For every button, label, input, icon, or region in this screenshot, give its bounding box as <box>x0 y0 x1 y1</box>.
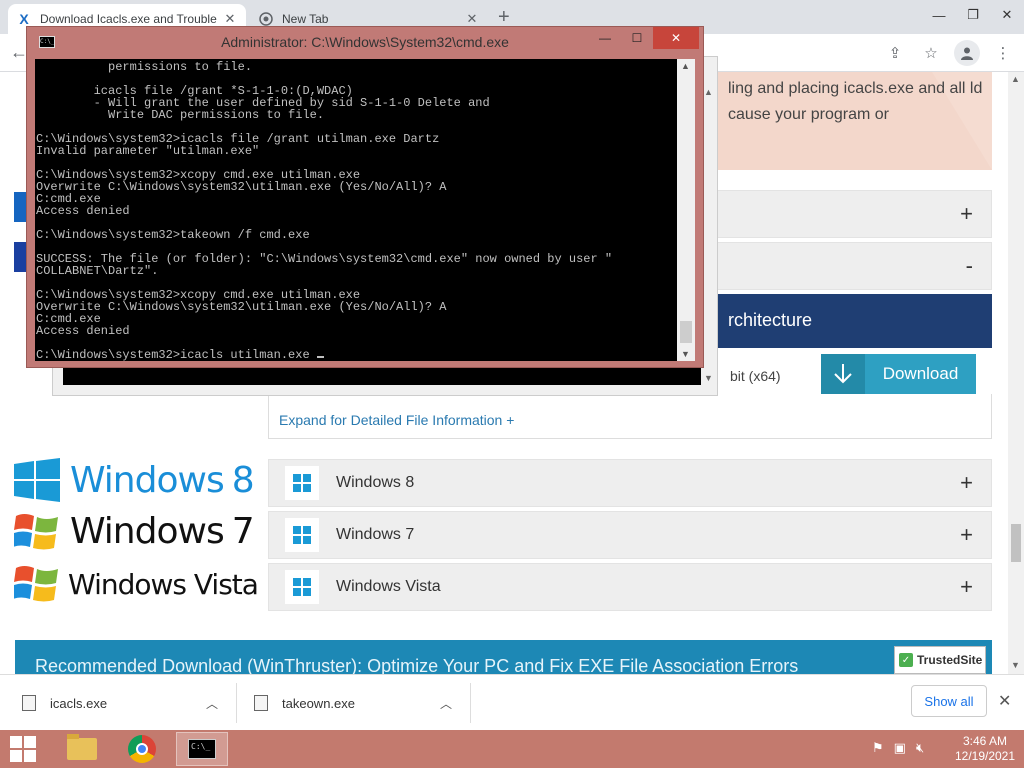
close-window-button[interactable]: ✕ <box>990 0 1024 30</box>
expand-file-info-link[interactable]: Expand for Detailed File Information + <box>268 394 992 439</box>
cmd-close-button[interactable]: ✕ <box>653 27 699 49</box>
expand-plus-icon[interactable]: + <box>960 574 973 600</box>
cmd-maximize-button[interactable]: ☐ <box>621 27 653 49</box>
windows-start-icon[interactable] <box>10 736 38 762</box>
collapse-minus-icon[interactable]: - <box>966 253 973 279</box>
download-filename: icacls.exe <box>50 695 108 711</box>
clock-date: 12/19/2021 <box>954 749 1016 763</box>
cmd-icon: C:\_ <box>188 739 216 759</box>
brand-name: Windows <box>70 459 225 501</box>
taskbar: C:\_ ⚑ ▣ 🔇︎ 3:46 AM 12/19/2021 <box>0 730 1024 768</box>
bookmark-star-icon[interactable]: ☆ <box>918 40 944 66</box>
brand-name: Windows Vista <box>68 567 259 601</box>
download-button[interactable]: Download <box>821 354 976 394</box>
download-arrow-icon <box>821 354 865 394</box>
chrome-taskbar-button[interactable] <box>116 732 168 766</box>
download-item-takeown[interactable]: takeown.exe ︿ <box>254 675 454 731</box>
divider <box>470 683 471 723</box>
minimize-button[interactable]: — <box>922 0 956 30</box>
cmd-scrollbar[interactable]: ▲ ▼ <box>677 59 695 361</box>
show-all-button[interactable]: Show all <box>911 685 987 717</box>
page-scrollbar[interactable]: ▲ ▼ <box>1008 72 1024 674</box>
cmd-minimize-button[interactable]: — <box>589 27 621 49</box>
recommended-download-banner[interactable]: Recommended Download (WinThruster): Opti… <box>15 640 992 674</box>
cmd-title-bar[interactable]: C:\_ Administrator: C:\Windows\System32\… <box>27 27 703 57</box>
accordion-row-windows-8[interactable]: Windows 8 + <box>268 459 992 507</box>
scroll-up-icon[interactable]: ▲ <box>1011 74 1020 84</box>
file-icon <box>254 695 268 711</box>
checkmark-icon: ✓ <box>899 653 913 667</box>
tab-title: New Tab <box>282 12 329 26</box>
restore-button[interactable]: ❐ <box>956 0 990 30</box>
scroll-up-icon[interactable]: ▲ <box>681 61 690 71</box>
windows-logo-icon <box>285 466 319 500</box>
chrome-icon <box>258 11 274 27</box>
tab-title: Download Icacls.exe and Trouble <box>40 12 217 26</box>
scroll-down-icon[interactable]: ▼ <box>704 373 713 383</box>
download-item-icacls[interactable]: icacls.exe ︿ <box>22 675 222 731</box>
windows-vista-logo-icon <box>14 566 58 602</box>
brand-name: Windows <box>70 510 225 552</box>
scroll-thumb[interactable] <box>1011 524 1021 562</box>
profile-avatar-icon[interactable] <box>954 40 980 66</box>
brand-version: 7 <box>231 510 255 552</box>
cmd-window-controls: — ☐ ✕ <box>589 27 699 49</box>
expand-plus-icon[interactable]: + <box>960 522 973 548</box>
cmd-taskbar-button[interactable]: C:\_ <box>176 732 228 766</box>
download-filename: takeown.exe <box>282 695 355 711</box>
windows8-brand: Windows 8 <box>14 458 255 502</box>
intro-panel: ling and placing icacls.exe and all ld c… <box>700 72 992 170</box>
system-tray: ⚑ ▣ 🔇︎ <box>872 740 924 756</box>
expand-plus-icon[interactable]: + <box>960 201 973 227</box>
console-text: permissions to file. icacls file /grant … <box>36 60 613 361</box>
expand-plus-icon[interactable]: + <box>960 470 973 496</box>
window-controls: — ❐ ✕ <box>922 0 1024 30</box>
folder-icon <box>67 734 97 760</box>
file-explorer-taskbar-button[interactable] <box>56 732 108 766</box>
trusted-site-badge[interactable]: ✓ TrustedSite <box>894 646 986 674</box>
windows-vista-brand: Windows Vista <box>14 562 259 606</box>
text-cursor <box>316 356 324 358</box>
chrome-icon <box>128 735 156 763</box>
bit-label: bit (x64) <box>730 368 781 384</box>
downloads-bar: icacls.exe ︿ takeown.exe ︿ Show all ✕ <box>0 674 1024 730</box>
windows8-logo-icon <box>14 458 60 502</box>
network-icon[interactable]: ▣ <box>894 740 906 756</box>
brand-version: 8 <box>231 459 255 501</box>
scroll-down-icon[interactable]: ▼ <box>1011 660 1020 670</box>
accordion-row-windows-7[interactable]: Windows 7 + <box>268 511 992 559</box>
share-icon[interactable]: ⇪ <box>882 40 908 66</box>
chevron-up-icon[interactable]: ︿ <box>440 695 452 712</box>
cmd-console-output[interactable]: permissions to file. icacls file /grant … <box>35 59 685 361</box>
action-center-flag-icon[interactable]: ⚑ <box>872 740 884 756</box>
close-tab-icon[interactable]: ✕ <box>222 11 238 27</box>
divider <box>236 683 237 723</box>
windows-logo-icon <box>285 570 319 604</box>
menu-kebab-icon[interactable]: ⋮ <box>990 40 1016 66</box>
architecture-header: rchitecture <box>700 294 992 348</box>
windows7-logo-icon <box>14 514 58 550</box>
scroll-thumb[interactable] <box>680 321 692 343</box>
windows7-brand: Windows 7 <box>14 510 255 552</box>
volume-muted-icon[interactable]: 🔇︎ <box>916 740 924 756</box>
close-downloads-icon[interactable]: ✕ <box>998 691 1011 711</box>
accordion-row-windows-vista[interactable]: Windows Vista + <box>268 563 992 611</box>
scroll-up-icon[interactable]: ▲ <box>704 87 713 97</box>
intro-text: ling and placing icacls.exe and all ld c… <box>728 80 983 123</box>
system-clock[interactable]: 3:46 AM 12/19/2021 <box>952 734 1018 764</box>
file-icon <box>22 695 36 711</box>
windows-logo-icon <box>285 518 319 552</box>
x-logo-icon: X <box>19 11 29 27</box>
chevron-up-icon[interactable]: ︿ <box>206 695 218 712</box>
trusted-site-label: TrustedSite <box>917 653 983 667</box>
accordion-label: Windows 7 <box>336 526 415 543</box>
clock-time: 3:46 AM <box>962 734 1008 748</box>
accordion-label: Windows 8 <box>336 474 415 491</box>
download-label: Download <box>882 364 959 383</box>
close-tab-icon[interactable]: ✕ <box>464 11 480 27</box>
accordion-label: Windows Vista <box>336 578 441 595</box>
scroll-down-icon[interactable]: ▼ <box>681 349 690 359</box>
command-prompt-window[interactable]: C:\_ Administrator: C:\Windows\System32\… <box>26 26 704 368</box>
